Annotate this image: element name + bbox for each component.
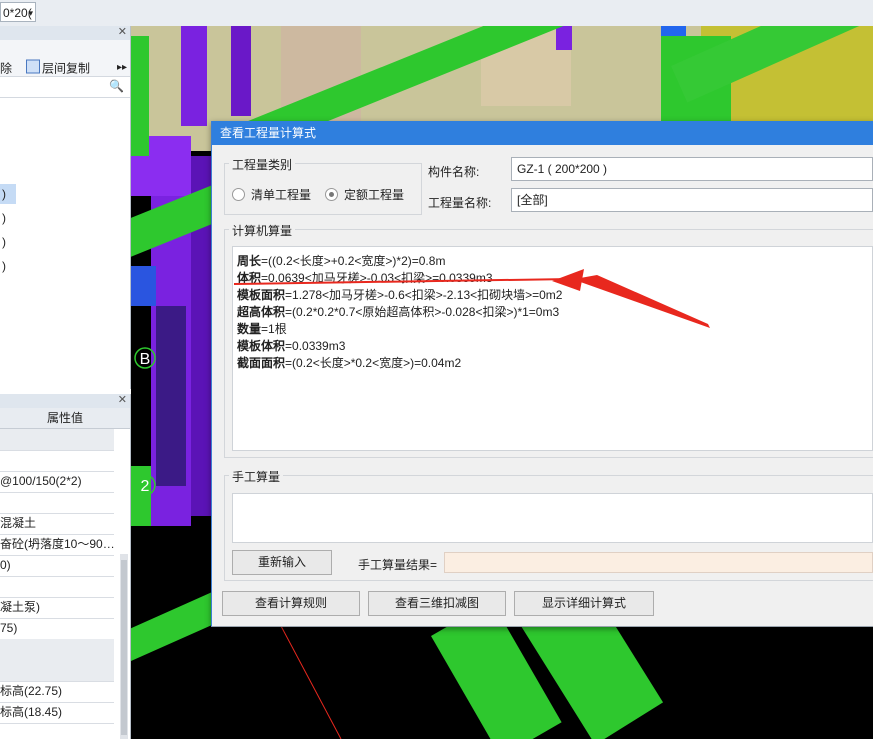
panel-header: ✕ (0, 26, 130, 40)
floor-copy-label: 层间复制 (42, 61, 91, 76)
tree-item[interactable]: ) (0, 232, 6, 252)
underline-mark (233, 278, 573, 285)
property-row[interactable] (0, 576, 114, 598)
property-row[interactable]: 标高(18.45) (0, 702, 114, 724)
property-value-header: 属性值 (0, 408, 130, 429)
close-icon[interactable]: ✕ (118, 25, 127, 38)
panel-toolbar: 除 层间复制 ▸▸ (0, 40, 130, 77)
more-icon[interactable]: ▸▸ (117, 62, 127, 73)
red-annotation (233, 269, 710, 328)
tree-item[interactable]: ) (0, 256, 6, 276)
arrow-head-icon (552, 269, 584, 291)
close-icon[interactable]: ✕ (118, 393, 127, 406)
top-toolbar: 0*20( ▾ (0, 0, 873, 27)
property-row[interactable]: 凝土泵) (0, 597, 114, 619)
property-row[interactable] (0, 492, 114, 514)
search-input[interactable]: 🔍 (0, 77, 130, 98)
property-row[interactable] (0, 660, 114, 682)
tree-item[interactable]: ) (0, 184, 16, 204)
property-row[interactable]: @100/150(2*2) (0, 471, 114, 493)
axis-marker: B (134, 347, 156, 369)
property-row[interactable]: 奋砼(坍落度10～90… (0, 534, 114, 556)
floor-combo[interactable]: 0*20( ▾ (0, 2, 36, 22)
vertical-scrollbar[interactable] (120, 554, 128, 739)
panel-header: ✕ (0, 394, 130, 408)
axis-marker: 2 (134, 474, 156, 496)
quantity-formula-dialog: 查看工程量计算式 工程量类别 清单工程量 定额工程量 构件名称: GZ-1 ( … (211, 121, 873, 627)
component-list-panel: ✕ 除 层间复制 ▸▸ 🔍 ) ) ) ) (0, 26, 131, 389)
property-row[interactable]: 混凝土 (0, 513, 114, 535)
tree-item[interactable]: ) (0, 208, 6, 228)
property-row[interactable]: 75) (0, 618, 114, 640)
property-row[interactable]: 0) (0, 555, 114, 577)
property-row[interactable] (0, 429, 114, 451)
scroll-thumb[interactable] (121, 560, 127, 735)
search-icon[interactable]: 🔍 (109, 79, 124, 93)
property-row[interactable]: 标高(22.75) (0, 681, 114, 703)
floor-copy-button[interactable]: 层间复制 (26, 59, 91, 77)
property-row[interactable] (0, 639, 114, 661)
left-pane: ✕ 除 层间复制 ▸▸ 🔍 ) ) ) ) ✕ 属性值 @100/150(2*2… (0, 26, 131, 739)
chevron-down-icon: ▾ (28, 8, 33, 18)
floor-combo-value: 0*20( (3, 6, 32, 20)
axis-label-b: B (140, 351, 151, 368)
copy-icon (26, 59, 40, 74)
property-row[interactable] (0, 450, 114, 472)
column-header: 属性值 (46, 411, 83, 425)
property-panel: ✕ 属性值 @100/150(2*2) 混凝土 奋砼(坍落度10～90… 0) 凝土泵)… (0, 394, 131, 739)
axis-label-2: 2 (141, 478, 150, 495)
delete-button[interactable]: 除 (0, 60, 12, 77)
